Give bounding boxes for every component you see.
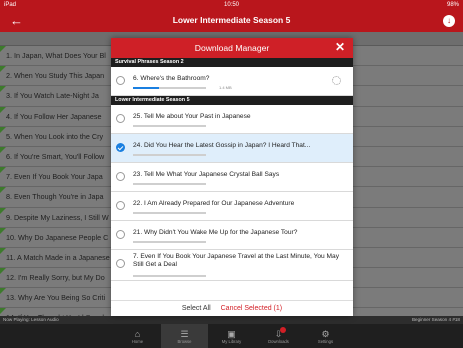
select-radio[interactable]: [116, 172, 125, 181]
carrier-label: iPad: [4, 2, 17, 8]
library-icon: ▣: [227, 328, 236, 339]
progress-bar: [133, 241, 206, 243]
tab-downloads[interactable]: ⇩ Downloads: [255, 324, 302, 348]
tab-bar: ⌂ Home ☰ Browse ▣ My Library ⇩ Downloads…: [0, 324, 463, 348]
new-marker-icon: [0, 207, 6, 214]
new-marker-icon: [0, 66, 6, 73]
download-item-label: 23. Tell Me What Your Japanese Crystal B…: [133, 171, 280, 178]
download-item[interactable]: 25. Tell Me about Your Past in Japanese: [111, 105, 353, 134]
select-radio[interactable]: [116, 259, 125, 268]
select-radio[interactable]: [116, 114, 125, 123]
progress-fill: [133, 87, 159, 89]
new-marker-icon: [0, 288, 6, 295]
home-icon: ⌂: [134, 328, 141, 339]
progress-bar: [133, 154, 206, 156]
tab-home[interactable]: ⌂ Home: [114, 324, 161, 348]
download-item[interactable]: 7. Even If You Book Your Japanese Travel…: [111, 250, 353, 281]
new-marker-icon: [0, 187, 6, 194]
download-manager-dialog: Download Manager ✕ Survival Phrases Seas…: [111, 38, 353, 316]
select-radio[interactable]: [116, 76, 125, 85]
page-title: Lower Intermediate Season 5: [172, 15, 291, 25]
now-playing-label: Now Playing: Lesson Audio: [3, 317, 59, 322]
new-marker-icon: [0, 247, 6, 254]
tab-settings[interactable]: ⚙ Settings: [302, 324, 349, 348]
download-item-label: 22. I Am Already Prepared for Our Japane…: [133, 200, 295, 207]
select-all-button[interactable]: Select All: [182, 305, 211, 312]
now-playing-track: Beginner Season 4 #18: [411, 317, 460, 322]
cancel-selected-button[interactable]: Cancel Selected (1): [221, 305, 282, 312]
download-item[interactable]: 23. Tell Me What Your Japanese Crystal B…: [111, 163, 353, 192]
clock: 10:50: [223, 2, 240, 8]
tab-my-library[interactable]: ▣ My Library: [208, 324, 255, 348]
battery-label: 98%: [446, 2, 459, 8]
dialog-title: Download Manager: [194, 43, 270, 53]
new-marker-icon: [0, 268, 6, 275]
browse-icon: ☰: [180, 328, 189, 339]
new-marker-icon: [0, 227, 6, 234]
select-radio[interactable]: [116, 230, 125, 239]
download-item-label: 21. Why Didn't You Wake Me Up for the Ja…: [133, 229, 298, 236]
progress-bar: [133, 183, 206, 185]
download-item-label: 24. Did You Hear the Latest Gossip in Ja…: [133, 142, 311, 149]
new-marker-icon: [0, 126, 6, 133]
download-item[interactable]: 24. Did You Hear the Latest Gossip in Ja…: [111, 134, 353, 163]
new-marker-icon: [0, 308, 6, 315]
now-playing-bar[interactable]: Now Playing: Lesson Audio Beginner Seaso…: [0, 316, 463, 324]
file-size: 1.4 MB: [219, 85, 232, 90]
section-header: Survival Phrases Season 2: [111, 58, 353, 67]
select-radio[interactable]: [116, 201, 125, 210]
loading-spinner-icon: [332, 76, 341, 85]
dialog-header: Download Manager ✕: [111, 38, 353, 58]
close-icon[interactable]: ✕: [335, 40, 345, 54]
checkmark-icon[interactable]: [116, 143, 125, 152]
progress-bar: [133, 275, 206, 277]
dialog-footer: Select All Cancel Selected (1): [111, 300, 353, 316]
new-marker-icon: [0, 86, 6, 93]
new-marker-icon: [0, 46, 6, 52]
progress-bar: [133, 125, 206, 127]
download-item-label: 25. Tell Me about Your Past in Japanese: [133, 113, 251, 120]
new-marker-icon: [0, 146, 6, 153]
download-item-label: 6. Where's the Bathroom?: [133, 75, 210, 82]
nav-bar: ← Lower Intermediate Season 5 ↓: [0, 10, 463, 32]
section-header: Lower Intermediate Season 5: [111, 96, 353, 105]
download-item-label: 7. Even If You Book Your Japanese Travel…: [133, 253, 340, 268]
download-item[interactable]: 6. Where's the Bathroom? 1.4 MB: [111, 67, 353, 96]
progress-bar: [133, 87, 206, 89]
downloads-badge: [280, 327, 286, 333]
download-icon[interactable]: ↓: [443, 15, 455, 27]
download-item[interactable]: 21. Why Didn't You Wake Me Up for the Ja…: [111, 221, 353, 250]
progress-bar: [133, 212, 206, 214]
download-item[interactable]: 22. I Am Already Prepared for Our Japane…: [111, 192, 353, 221]
settings-icon: ⚙: [321, 328, 330, 339]
tab-browse[interactable]: ☰ Browse: [161, 324, 208, 348]
status-bar: iPad 10:50 98%: [0, 0, 463, 10]
new-marker-icon: [0, 167, 6, 174]
new-marker-icon: [0, 106, 6, 113]
